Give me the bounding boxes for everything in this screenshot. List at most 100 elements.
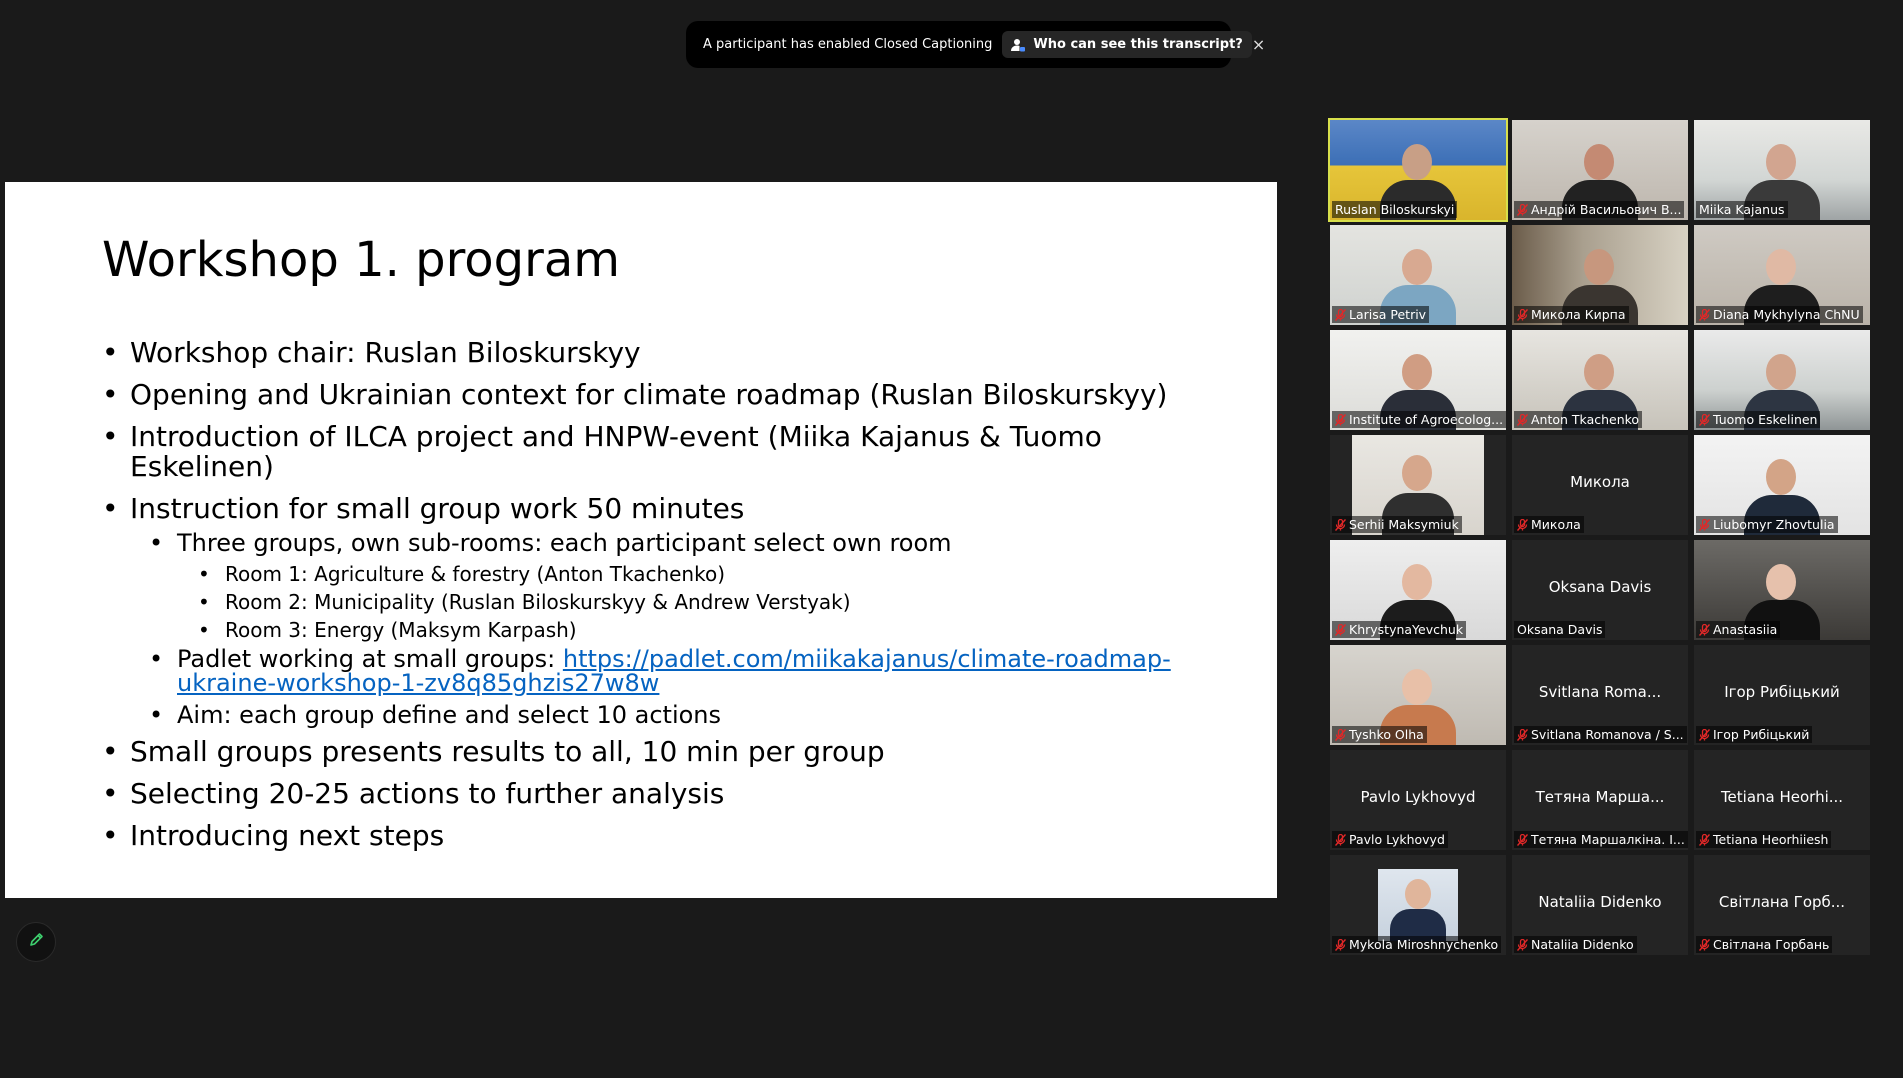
participant-tile[interactable]: Pavlo Lykhovyd Pavlo Lykhovyd <box>1330 750 1506 850</box>
participant-name-label: Микола Кирпа <box>1514 306 1629 323</box>
participant-tile[interactable]: Андрій Васильович В... <box>1512 120 1688 220</box>
participant-name-label: Tyshko Olha <box>1332 726 1427 743</box>
participant-tile[interactable]: Liubomyr Zhovtulia <box>1694 435 1870 535</box>
participant-name-label: Микола <box>1514 516 1584 533</box>
participant-tile[interactable]: Tuomo Eskelinen <box>1694 330 1870 430</box>
participant-name: Ігор Рибіцький <box>1713 727 1810 742</box>
sub-bullet-continuation: ukraine-workshop-1-zv8q85ghzis27w8w <box>149 669 659 697</box>
participant-name: Микола <box>1531 517 1581 532</box>
participant-tile[interactable]: Anastasiia <box>1694 540 1870 640</box>
participant-tile[interactable]: Oksana Davis Oksana Davis <box>1512 540 1688 640</box>
participant-tile[interactable]: Tetiana Heorhi... Tetiana Heorhiiesh <box>1694 750 1870 850</box>
participant-display-name: Oksana Davis <box>1548 578 1652 596</box>
participant-name-label: Institute of Agroecolog... <box>1332 411 1506 428</box>
bullet-item: • Opening and Ukrainian context for clima… <box>102 378 1168 411</box>
participant-name: Institute of Agroecolog... <box>1349 412 1504 427</box>
participant-tile[interactable]: Serhii Maksymiuk <box>1330 435 1506 535</box>
participant-name-label: Mykola Miroshnychenko <box>1332 936 1502 953</box>
participant-name: Anton Tkachenko <box>1531 412 1640 427</box>
mic-muted-icon <box>1517 203 1528 216</box>
bullet-item: • Introducing next steps <box>102 819 445 852</box>
room-item: • Room 1: Agriculture & forestry (Anton T… <box>198 562 726 586</box>
cc-message: A participant has enabled Closed Caption… <box>703 37 993 52</box>
participant-display-name: Тетяна Марша... <box>1535 788 1665 806</box>
participant-name-label: Tetiana Heorhiiesh <box>1696 831 1832 848</box>
participant-tile[interactable]: Ruslan Biloskurskyi <box>1328 118 1508 222</box>
participant-name: Miika Kajanus <box>1699 202 1785 217</box>
bullet-item-continuation: Eskelinen) <box>130 450 274 483</box>
participant-tile[interactable]: Ігор Рибіцький Ігор Рибіцький <box>1694 645 1870 745</box>
participant-display-name: Ігор Рибіцький <box>1724 683 1840 701</box>
participant-name-label: Nataliia Didenko <box>1514 936 1637 953</box>
participant-tile[interactable]: Miika Kajanus <box>1694 120 1870 220</box>
participant-display-name: Nataliia Didenko <box>1538 893 1662 911</box>
bullet-item: • Introduction of ILCA project and HNPW-e… <box>102 420 1102 453</box>
padlet-link[interactable]: ukraine-workshop-1-zv8q85ghzis27w8w <box>177 669 659 697</box>
participant-tile[interactable]: Тетяна Марша... Тетяна Маршалкіна. І... <box>1512 750 1688 850</box>
participant-name: Микола Кирпа <box>1531 307 1626 322</box>
mic-muted-icon <box>1699 728 1710 741</box>
participant-name-label: Oksana Davis <box>1514 621 1606 638</box>
participant-name-label: Serhii Maksymiuk <box>1332 516 1462 533</box>
mic-muted-icon <box>1335 728 1346 741</box>
close-icon[interactable]: × <box>1252 35 1265 54</box>
mic-muted-icon <box>1517 833 1528 846</box>
participant-tile[interactable]: Микола Микола <box>1512 435 1688 535</box>
mic-muted-icon <box>1335 308 1346 321</box>
bullet-item: • Small groups presents results to all, 1… <box>102 735 885 768</box>
participant-name: Anastasiia <box>1713 622 1778 637</box>
participant-tile[interactable]: Mykola Miroshnychenko <box>1330 855 1506 955</box>
participant-name-label: Miika Kajanus <box>1696 201 1788 218</box>
mic-muted-icon <box>1517 518 1528 531</box>
bullet-item: • Instruction for small group work 50 min… <box>102 492 745 525</box>
participant-tile[interactable]: Tyshko Olha <box>1330 645 1506 745</box>
participant-name-label: Ruslan Biloskurskyi <box>1332 201 1458 218</box>
participant-tile[interactable]: Diana Mykhylyna ChNU <box>1694 225 1870 325</box>
participant-name-label: Anton Tkachenko <box>1514 411 1643 428</box>
mic-muted-icon <box>1335 623 1346 636</box>
participant-tile[interactable]: Nataliia Didenko Nataliia Didenko <box>1512 855 1688 955</box>
pencil-icon <box>28 932 44 952</box>
participant-tile[interactable]: Микола Кирпа <box>1512 225 1688 325</box>
sub-bullet-item: • Three groups, own sub-rooms: each parti… <box>149 529 952 557</box>
participant-display-name: Микола <box>1570 473 1630 491</box>
participant-name: Андрій Васильович В... <box>1531 202 1682 217</box>
participant-tile[interactable]: Institute of Agroecolog... <box>1330 330 1506 430</box>
closed-caption-banner: A participant has enabled Closed Caption… <box>686 21 1265 68</box>
participant-name-label: Андрій Васильович В... <box>1514 201 1685 218</box>
participant-name: Світлана Горбань <box>1713 937 1830 952</box>
mic-muted-icon <box>1517 938 1528 951</box>
participant-tile[interactable]: Larisa Petriv <box>1330 225 1506 325</box>
participant-name: Serhii Maksymiuk <box>1349 517 1459 532</box>
shared-slide: Workshop 1. program • Workshop chair: Rus… <box>5 182 1277 898</box>
mic-muted-icon <box>1517 728 1528 741</box>
participant-name: Nataliia Didenko <box>1531 937 1634 952</box>
person-lock-icon <box>1011 38 1026 52</box>
mic-muted-icon <box>1517 308 1528 321</box>
mic-muted-icon <box>1335 413 1346 426</box>
participant-tile[interactable]: Світлана Горб... Світлана Горбань <box>1694 855 1870 955</box>
who-can-see-label: Who can see this transcript? <box>1033 37 1243 52</box>
participant-name: Tetiana Heorhiiesh <box>1713 832 1829 847</box>
mic-muted-icon <box>1335 938 1346 951</box>
mic-muted-icon <box>1699 308 1710 321</box>
participant-name-label: Ігор Рибіцький <box>1696 726 1813 743</box>
participant-name: Larisa Petriv <box>1349 307 1427 322</box>
participant-tile[interactable]: Anton Tkachenko <box>1512 330 1688 430</box>
mic-muted-icon <box>1335 833 1346 846</box>
participant-name: Тетяна Маршалкіна. І... <box>1531 832 1685 847</box>
participant-tile[interactable]: Svitlana Roma... Svitlana Romanova / S... <box>1512 645 1688 745</box>
participant-name: Pavlo Lykhovyd <box>1349 832 1445 847</box>
participant-display-name: Tetiana Heorhi... <box>1720 788 1844 806</box>
participant-display-name: Світлана Горб... <box>1718 893 1846 911</box>
participant-name: Oksana Davis <box>1517 622 1603 637</box>
participant-tile[interactable]: KhrystynaYevchuk <box>1330 540 1506 640</box>
participant-name: Diana Mykhylyna ChNU <box>1713 307 1860 322</box>
participant-name-label: KhrystynaYevchuk <box>1332 621 1467 638</box>
annotate-button[interactable] <box>16 922 56 962</box>
who-can-see-transcript-button[interactable]: Who can see this transcript? <box>1002 31 1252 58</box>
participant-name: KhrystynaYevchuk <box>1349 622 1464 637</box>
room-item: • Room 2: Municipality (Ruslan Biloskursk… <box>198 590 851 614</box>
participant-display-name: Svitlana Roma... <box>1538 683 1662 701</box>
bullet-item: • Workshop chair: Ruslan Biloskurskyy <box>102 336 641 369</box>
